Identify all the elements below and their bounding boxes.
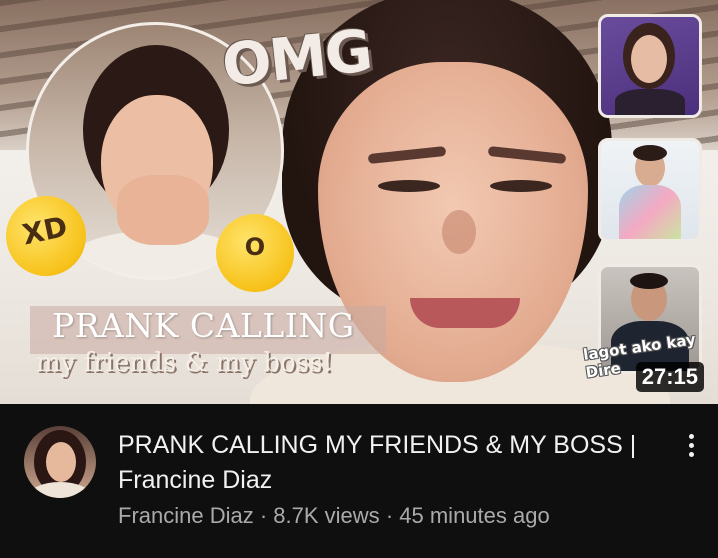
thumbnail-side-photo-2 [598, 138, 702, 242]
video-metadata: Francine Diaz · 8.7K views · 45 minutes … [118, 502, 550, 530]
thumbnail-title-line1: PRANK CALLING [52, 306, 355, 345]
video-card: OMG XD O PRANK CALLING my friends & my b… [0, 0, 718, 558]
duration-badge: 27:15 [635, 362, 704, 392]
thumbnail-side-photo-1 [598, 14, 702, 118]
meta-separator: · [259, 503, 268, 528]
kebab-dot [688, 442, 694, 448]
avatar-face [46, 442, 76, 482]
main-person-eye-left [378, 180, 440, 192]
kebab-dot [688, 433, 694, 439]
channel-avatar[interactable] [24, 426, 96, 498]
main-person-nose [442, 210, 476, 254]
upload-age: 45 minutes ago [399, 503, 550, 528]
video-thumbnail[interactable]: OMG XD O PRANK CALLING my friends & my b… [0, 0, 718, 404]
more-vertical-icon[interactable] [676, 430, 706, 460]
main-person-mouth [410, 298, 520, 328]
surprised-emoji-icon: O [216, 214, 294, 292]
side-photo-1-face [631, 35, 667, 83]
video-title[interactable]: PRANK CALLING MY FRIENDS & MY BOSS | Fra… [118, 428, 666, 498]
view-count: 8.7K views [273, 503, 380, 528]
kebab-dot [688, 451, 694, 457]
thumbnail-title-line2: my friends & my boss! [36, 348, 333, 378]
inset-person-hand [117, 175, 209, 245]
side-photo-3-hair [630, 273, 668, 289]
meta-separator: · [385, 503, 394, 528]
side-photo-2-hair [633, 145, 667, 161]
main-person-eye-right [490, 180, 552, 192]
channel-name[interactable]: Francine Diaz [118, 503, 254, 528]
side-photo-1-body [615, 89, 685, 115]
avatar-body [28, 482, 92, 498]
side-photo-2-body [619, 185, 681, 239]
